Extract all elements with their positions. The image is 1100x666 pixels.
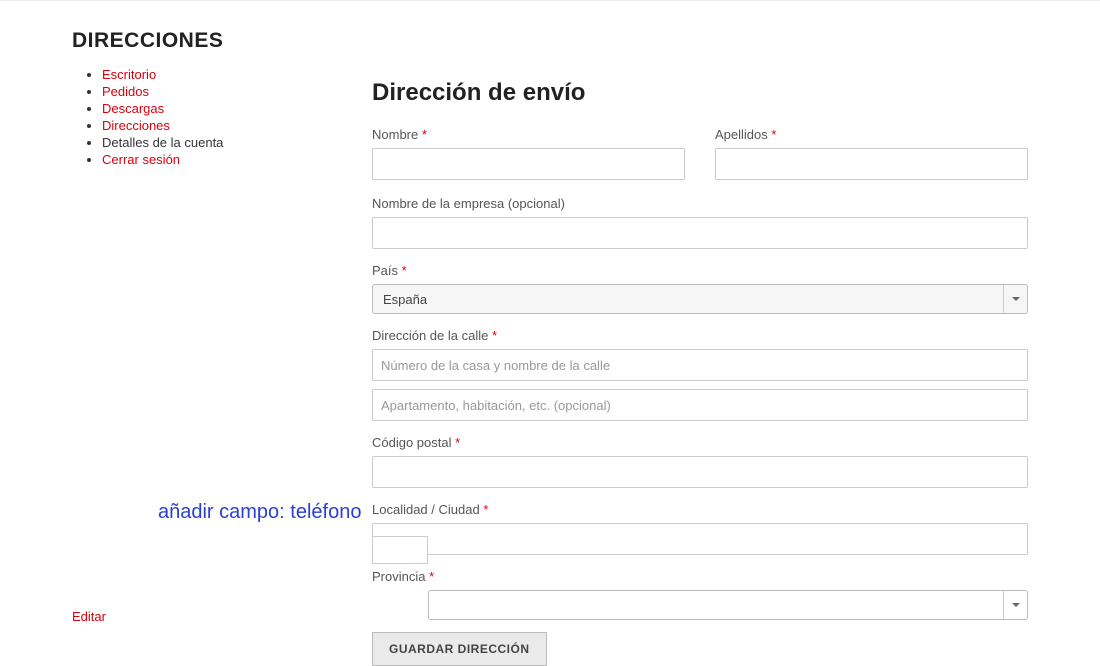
empresa-label: Nombre de la empresa (opcional) [372, 196, 1028, 211]
cp-label: Código postal * [372, 435, 1028, 450]
editar-link[interactable]: Editar [72, 609, 106, 624]
empresa-input[interactable] [372, 217, 1028, 249]
sidebar-item-escritorio[interactable]: Escritorio [102, 67, 156, 82]
pais-value: España [383, 292, 427, 307]
sidebar-item-pedidos[interactable]: Pedidos [102, 84, 149, 99]
annotation-text: añadir campo: teléfono [158, 501, 361, 524]
provincia-label: Provincia * [372, 569, 1028, 584]
main-form: Dirección de envío Nombre * Apellidos * … [372, 29, 1028, 666]
pais-select[interactable]: España [372, 284, 1028, 314]
calle-input-1[interactable] [372, 349, 1028, 381]
guardar-button[interactable]: GUARDAR DIRECCIÓN [372, 632, 547, 666]
chevron-down-icon [1003, 285, 1027, 313]
pais-label: País * [372, 263, 1028, 278]
sidebar-item-cerrar-sesion[interactable]: Cerrar sesión [102, 152, 180, 167]
form-title: Dirección de envío [372, 79, 1028, 107]
apellidos-label: Apellidos * [715, 127, 1028, 142]
nombre-input[interactable] [372, 148, 685, 180]
cp-input[interactable] [372, 456, 1028, 488]
sidebar-item-detalles: Detalles de la cuenta [102, 135, 223, 150]
localidad-input[interactable] [372, 523, 1028, 555]
sidebar-nav: Escritorio Pedidos Descargas Direcciones… [72, 67, 372, 167]
provincia-extra-box [372, 536, 428, 564]
sidebar-item-descargas[interactable]: Descargas [102, 101, 164, 116]
localidad-label: Localidad / Ciudad * [372, 502, 1028, 517]
sidebar-title: DIRECCIONES [72, 29, 372, 53]
apellidos-input[interactable] [715, 148, 1028, 180]
calle-label: Dirección de la calle * [372, 328, 1028, 343]
provincia-select[interactable] [428, 590, 1028, 620]
sidebar-item-direcciones[interactable]: Direcciones [102, 118, 170, 133]
calle-input-2[interactable] [372, 389, 1028, 421]
sidebar: DIRECCIONES Escritorio Pedidos Descargas… [72, 29, 372, 666]
nombre-label: Nombre * [372, 127, 685, 142]
chevron-down-icon [1003, 591, 1027, 619]
